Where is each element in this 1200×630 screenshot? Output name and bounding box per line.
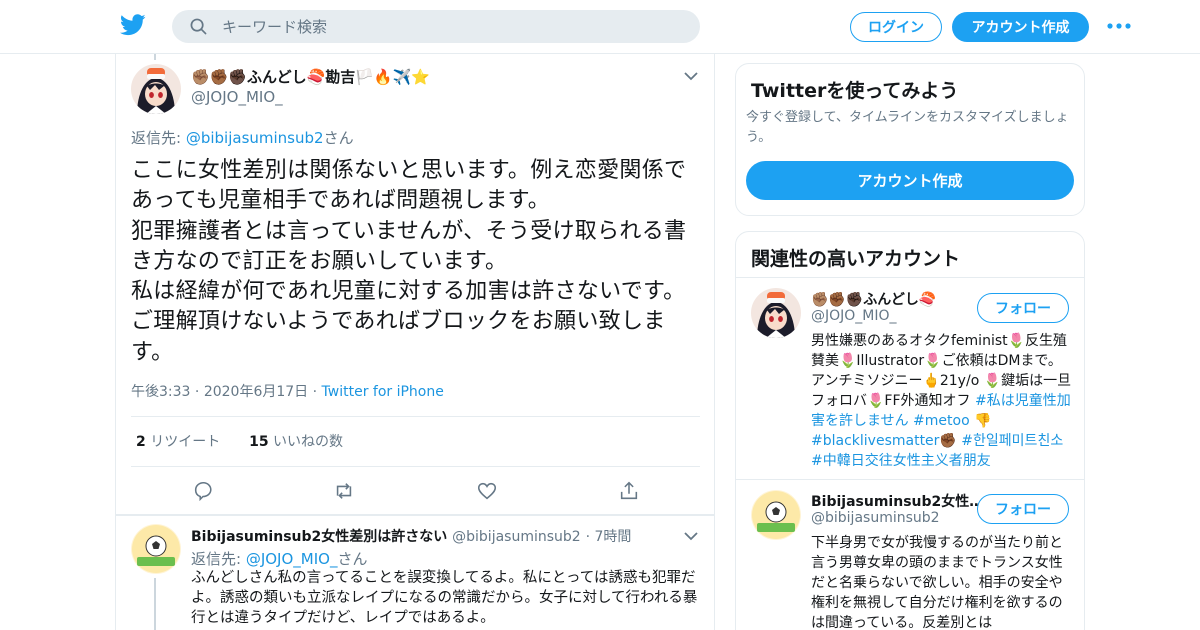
search-box <box>172 10 700 43</box>
retweet-label: リツイート <box>145 434 221 450</box>
main-timeline-column: ✊🏽✊🏾✊🏿ふんどし🍣勘吉🏳️🔥✈️⭐ @JOJO_MIO_ 返信先: @bib… <box>115 54 715 630</box>
retweet-icon[interactable] <box>333 480 355 502</box>
signup-card: Twitterを使ってみよう 今すぐ登録して、タイムラインをカスタマイズしましょ… <box>735 63 1085 216</box>
signup-button[interactable]: アカウント作成 <box>952 12 1089 42</box>
related-accounts-card: 関連性の高いアカウント ✊🏽✊🏾✊🏿ふんどし🍣 @JOJO_MIO_ フォロー … <box>735 231 1085 630</box>
search-icon <box>190 18 207 35</box>
avatar[interactable] <box>751 490 801 540</box>
reply-timestamp[interactable]: 7時間 <box>594 529 631 545</box>
follow-button[interactable]: フォロー <box>977 494 1069 524</box>
account-name[interactable]: Bibijasuminsub2女性… <box>811 491 983 511</box>
avatar-soccer-ball-icon <box>751 490 801 540</box>
divider <box>131 416 700 417</box>
account-handle[interactable]: @bibijasuminsub2 <box>811 510 940 526</box>
reply-to-suffix: さん <box>337 550 368 568</box>
account-handle[interactable]: @JOJO_MIO_ <box>811 308 897 324</box>
tweet-author-name[interactable]: ✊🏽✊🏾✊🏿ふんどし🍣勘吉🏳️🔥✈️⭐ <box>191 66 430 87</box>
signup-card-description: 今すぐ登録して、タイムラインをカスタマイズしましょう。 <box>746 110 1069 145</box>
related-accounts-title: 関連性の高いアカウント <box>751 248 961 270</box>
like-label: いいねの数 <box>268 434 344 450</box>
follow-button[interactable]: フォロー <box>977 293 1069 323</box>
avatar[interactable] <box>131 64 181 114</box>
search-input[interactable] <box>222 10 682 43</box>
reply-author[interactable]: Bibijasuminsub2女性差別は許さない @bibijasuminsub… <box>191 526 631 546</box>
avatar[interactable] <box>131 524 181 574</box>
avatar-anime-girl-icon <box>751 288 801 338</box>
like-heart-icon[interactable] <box>476 480 498 502</box>
reply-author-handle[interactable]: @bibijasuminsub2 <box>452 529 581 545</box>
reply-to-link[interactable]: @bibijasuminsub2 <box>186 129 324 147</box>
like-count: 15 <box>249 434 269 450</box>
twitter-bird-logo-icon[interactable] <box>120 14 146 36</box>
account-name[interactable]: ✊🏽✊🏾✊🏿ふんどし🍣 <box>811 289 936 309</box>
retweet-count: 2 <box>136 434 146 450</box>
login-button[interactable]: ログイン <box>850 12 942 42</box>
avatar[interactable] <box>751 288 801 338</box>
tweet-date[interactable]: 2020年6月17日 <box>204 384 308 400</box>
reply-icon[interactable] <box>192 480 214 502</box>
reply-to-line: 返信先: @bibijasuminsub2さん <box>131 127 354 148</box>
more-options-icon[interactable] <box>1106 18 1132 34</box>
tweet-author-handle[interactable]: @JOJO_MIO_ <box>191 88 283 106</box>
chevron-down-icon[interactable] <box>684 531 698 541</box>
tweet-metadata: 午後3:33 · 2020年6月17日 · Twitter for iPhone <box>131 384 444 400</box>
tweet-text: ここに女性差別は関係ないと思います。例え恋愛関係であっても児童相手であれば問題視… <box>131 158 687 365</box>
reply-to-prefix: 返信先: <box>191 550 246 568</box>
retweet-stat[interactable]: 2 リツイート <box>136 434 220 450</box>
share-icon[interactable] <box>618 480 640 502</box>
top-navigation-bar: ログイン アカウント作成 <box>0 0 1200 54</box>
tweet-stats: 2 リツイート 15 いいねの数 <box>136 431 343 451</box>
reply-to-line: 返信先: @JOJO_MIO_さん <box>191 548 367 569</box>
signup-card-button[interactable]: アカウント作成 <box>746 161 1074 200</box>
tweet-time[interactable]: 午後3:33 <box>131 384 190 400</box>
thread-connector-line <box>154 578 156 630</box>
reply-to-suffix: さん <box>323 129 354 147</box>
reply-author-name[interactable]: Bibijasuminsub2女性差別は許さない <box>191 529 447 545</box>
avatar-soccer-ball-icon <box>131 524 181 574</box>
like-stat[interactable]: 15 いいねの数 <box>249 434 343 450</box>
reply-to-link[interactable]: @JOJO_MIO_ <box>246 550 338 568</box>
divider <box>736 277 1084 278</box>
tweet-separator <box>116 514 714 516</box>
account-bio: 下半身男で女が我慢するのが当たり前と言う男尊女卑の頭のままでトランス女性だと名乗… <box>811 535 1063 630</box>
signup-card-title: Twitterを使ってみよう <box>751 80 959 102</box>
divider <box>131 466 700 467</box>
thread-connector-line <box>154 54 156 60</box>
reply-to-prefix: 返信先: <box>131 129 186 147</box>
avatar-anime-girl-icon <box>131 64 181 114</box>
tweet-source-link[interactable]: Twitter for iPhone <box>322 384 444 400</box>
reply-text: ふんどしさん私の言ってることを誤変換してるよ。私にとっては誘惑も犯罪だよ。誘惑の… <box>191 570 698 626</box>
chevron-down-icon[interactable] <box>684 71 698 81</box>
divider <box>736 479 1084 480</box>
account-bio: 男性嫌悪のあるオタクfeminist🌷反生殖賛美🌷Illustrator🌷ご依頼… <box>811 331 1073 471</box>
